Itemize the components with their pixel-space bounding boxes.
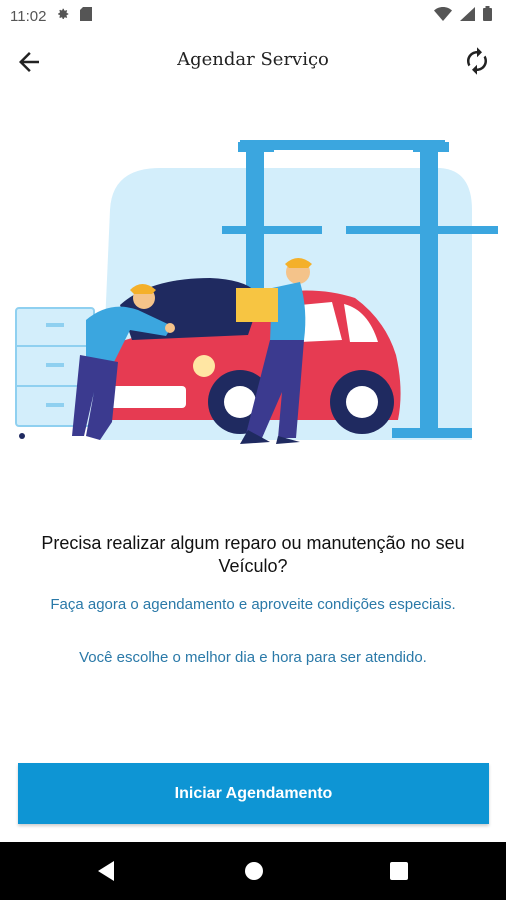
status-bar: 11:02 (0, 0, 506, 32)
page-title: Agendar Serviço (177, 49, 329, 70)
status-right (434, 6, 492, 26)
wifi-icon (434, 6, 452, 26)
schedule-text: Você escolhe o melhor dia e hora para se… (79, 649, 427, 666)
battery-icon (483, 6, 492, 26)
nav-recents-icon[interactable] (384, 856, 414, 886)
signal-icon (460, 6, 475, 26)
nav-home-icon[interactable] (239, 856, 269, 886)
start-scheduling-button[interactable]: Iniciar Agendamento (18, 763, 489, 824)
question-heading: Precisa realizar algum reparo ou manuten… (41, 533, 465, 576)
status-left: 11:02 (10, 7, 93, 25)
settings-icon (56, 7, 70, 25)
service-illustration (0, 130, 506, 450)
offer-text: Faça agora o agendamento e aproveite con… (50, 596, 456, 613)
status-time: 11:02 (10, 7, 47, 25)
sd-card-icon (80, 7, 93, 25)
refresh-icon[interactable] (462, 46, 492, 76)
nav-back-icon[interactable] (92, 856, 122, 886)
app-bar: Agendar Serviço (0, 32, 506, 90)
system-nav-bar (0, 842, 506, 900)
